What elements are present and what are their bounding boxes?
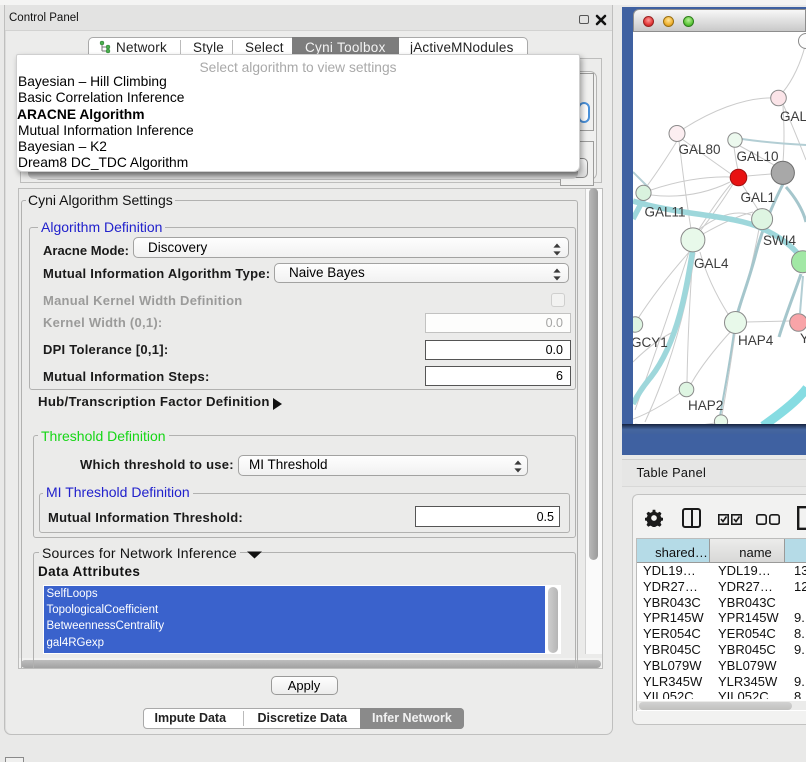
svg-text:HAP2: HAP2 (688, 398, 723, 413)
svg-text:GAL: GAL (780, 109, 806, 124)
svg-text:GAL4: GAL4 (694, 256, 729, 271)
svg-text:GAL80: GAL80 (679, 142, 721, 157)
svg-text:HAP4: HAP4 (738, 333, 774, 348)
svg-text:GAL1: GAL1 (741, 190, 776, 205)
svg-text:GCY1: GCY1 (633, 335, 668, 350)
svg-text:GAL11: GAL11 (645, 205, 686, 220)
svg-text:SWI4: SWI4 (763, 233, 796, 248)
svg-text:GAL10: GAL10 (737, 149, 779, 164)
svg-text:Y: Y (800, 331, 806, 346)
